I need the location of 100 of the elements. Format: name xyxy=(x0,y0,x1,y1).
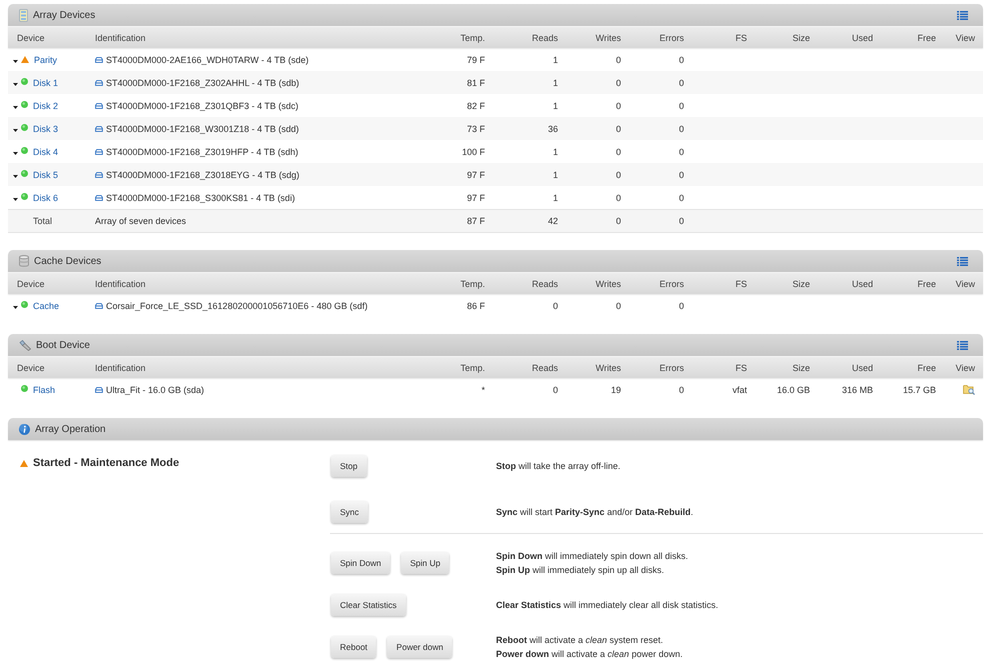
table-cell: 0 xyxy=(616,192,621,202)
table-cell: 73 F xyxy=(466,124,485,134)
device-link[interactable]: Disk 2 xyxy=(33,100,58,110)
disk-stack-icon xyxy=(19,8,28,22)
panel-title: Boot Device xyxy=(36,340,90,350)
list-icon[interactable] xyxy=(957,340,968,350)
device-link[interactable]: Flash xyxy=(33,384,56,394)
column-header: Used xyxy=(852,278,873,288)
action-description: Power down will activate a clean power down. xyxy=(496,648,683,661)
device-identification: ST4000DM000-1F2168_Z301QBF3 - 4 TB (sdc) xyxy=(106,100,298,110)
column-header: Device xyxy=(17,32,45,42)
device-link[interactable]: Disk 5 xyxy=(33,170,58,180)
device-link[interactable]: Parity xyxy=(34,54,58,64)
table-cell: 15.7 GB xyxy=(902,384,936,394)
column-header: Writes xyxy=(596,32,621,42)
table-cell: 0 xyxy=(616,146,621,156)
column-header: Errors xyxy=(660,32,684,42)
device-link[interactable]: Disk 6 xyxy=(33,192,58,202)
column-header: Temp. xyxy=(460,362,485,372)
drive-icon xyxy=(95,386,103,392)
action-button[interactable]: Clear Statistics xyxy=(331,594,406,616)
device-identification: ST4000DM000-1F2168_Z3019HFP - 4 TB (sdh) xyxy=(106,146,298,156)
table-cell: 1 xyxy=(552,100,558,110)
action-button[interactable]: Reboot xyxy=(331,636,376,658)
caret-icon[interactable] xyxy=(13,152,18,155)
column-header: Free xyxy=(917,278,936,288)
table-cell: 0 xyxy=(678,170,684,180)
device-link[interactable]: Cache xyxy=(33,300,60,310)
table-cell: 0 xyxy=(552,384,558,394)
caret-icon[interactable] xyxy=(13,83,18,86)
action-button[interactable]: Power down xyxy=(387,636,452,658)
device-identification: ST4000DM000-1F2168_Z3018EYG - 4 TB (sdg) xyxy=(106,170,300,180)
device-link[interactable]: Disk 3 xyxy=(33,124,58,134)
usb-stick-icon xyxy=(19,340,31,350)
column-header: Device xyxy=(17,278,45,288)
column-header: Size xyxy=(792,278,810,288)
column-header: Temp. xyxy=(460,32,485,42)
caret-icon[interactable] xyxy=(13,60,18,63)
drive-icon xyxy=(95,194,103,200)
drive-icon xyxy=(95,80,103,86)
action-button[interactable]: Spin Down xyxy=(331,552,390,574)
drive-icon xyxy=(95,56,103,62)
table-cell: 87 F xyxy=(466,216,485,226)
panel-title: Array Devices xyxy=(33,10,96,20)
device-link[interactable]: Disk 1 xyxy=(33,78,58,88)
table-cell: 0 xyxy=(616,54,621,64)
device-identification: Corsair_Force_LE_SSD_161280200001056710E6 - 480 GB (sdf) xyxy=(106,300,368,310)
table-cell: 0 xyxy=(678,146,684,156)
action-button[interactable]: Spin Up xyxy=(401,552,450,574)
column-header: FS xyxy=(735,278,747,288)
device-identification: ST4000DM000-2AE166_WDH0TARW - 4 TB (sde) xyxy=(106,54,309,64)
table-cell: 0 xyxy=(678,300,684,310)
caret-icon[interactable] xyxy=(13,106,18,109)
column-header: Reads xyxy=(532,362,558,372)
action-button[interactable]: Sync xyxy=(331,501,368,523)
cylinder-icon xyxy=(19,255,29,267)
column-header: FS xyxy=(735,32,747,42)
caret-icon[interactable] xyxy=(13,175,18,178)
table-cell: 0 xyxy=(616,216,621,226)
table-cell: 0 xyxy=(678,124,684,134)
caret-icon[interactable] xyxy=(13,198,18,201)
column-header: Size xyxy=(792,32,810,42)
drive-icon xyxy=(95,302,103,308)
table-cell: Array of seven devices xyxy=(95,216,186,226)
table-cell: Total xyxy=(33,216,52,226)
column-header: Free xyxy=(917,362,936,372)
column-header: Errors xyxy=(660,362,684,372)
table-cell: 16.0 GB xyxy=(776,384,810,394)
table-cell: 36 xyxy=(548,124,558,134)
action-button[interactable]: Stop xyxy=(331,455,366,477)
action-description: Clear Statistics will immediately clear all disk statistics. xyxy=(496,599,718,612)
device-identification: ST4000DM000-1F2168_Z302AHHL - 4 TB (sdb) xyxy=(106,78,300,88)
table-cell: 1 xyxy=(552,78,558,88)
caret-icon[interactable] xyxy=(13,306,18,309)
column-header: View xyxy=(956,32,975,42)
table-cell: 316 MB xyxy=(842,384,873,394)
table-cell: 0 xyxy=(616,300,621,310)
column-header: Device xyxy=(17,362,45,372)
column-header: View xyxy=(956,278,975,288)
column-header: Errors xyxy=(660,278,684,288)
action-description: Stop will take the array off-line. xyxy=(496,460,620,473)
column-header: Reads xyxy=(532,278,558,288)
list-icon[interactable] xyxy=(957,256,968,266)
table-cell: 0 xyxy=(678,78,684,88)
table-cell: 1 xyxy=(552,54,558,64)
device-link[interactable]: Disk 4 xyxy=(33,146,58,156)
column-header: Writes xyxy=(596,278,621,288)
caret-icon[interactable] xyxy=(13,129,18,132)
table-cell: 0 xyxy=(616,100,621,110)
folder-search-icon[interactable] xyxy=(963,384,975,395)
table-cell: 0 xyxy=(678,100,684,110)
table-cell: 86 F xyxy=(466,300,485,310)
table-cell: 79 F xyxy=(466,54,485,64)
action-description: Sync will start Parity-Sync and/or Data-Rebuild. xyxy=(496,506,694,519)
table-cell: 0 xyxy=(678,54,684,64)
device-identification: Ultra_Fit - 16.0 GB (sda) xyxy=(106,384,204,394)
list-icon[interactable] xyxy=(957,10,968,20)
column-header: Identification xyxy=(95,362,146,372)
column-header: Size xyxy=(792,362,810,372)
table-cell: 1 xyxy=(552,170,558,180)
